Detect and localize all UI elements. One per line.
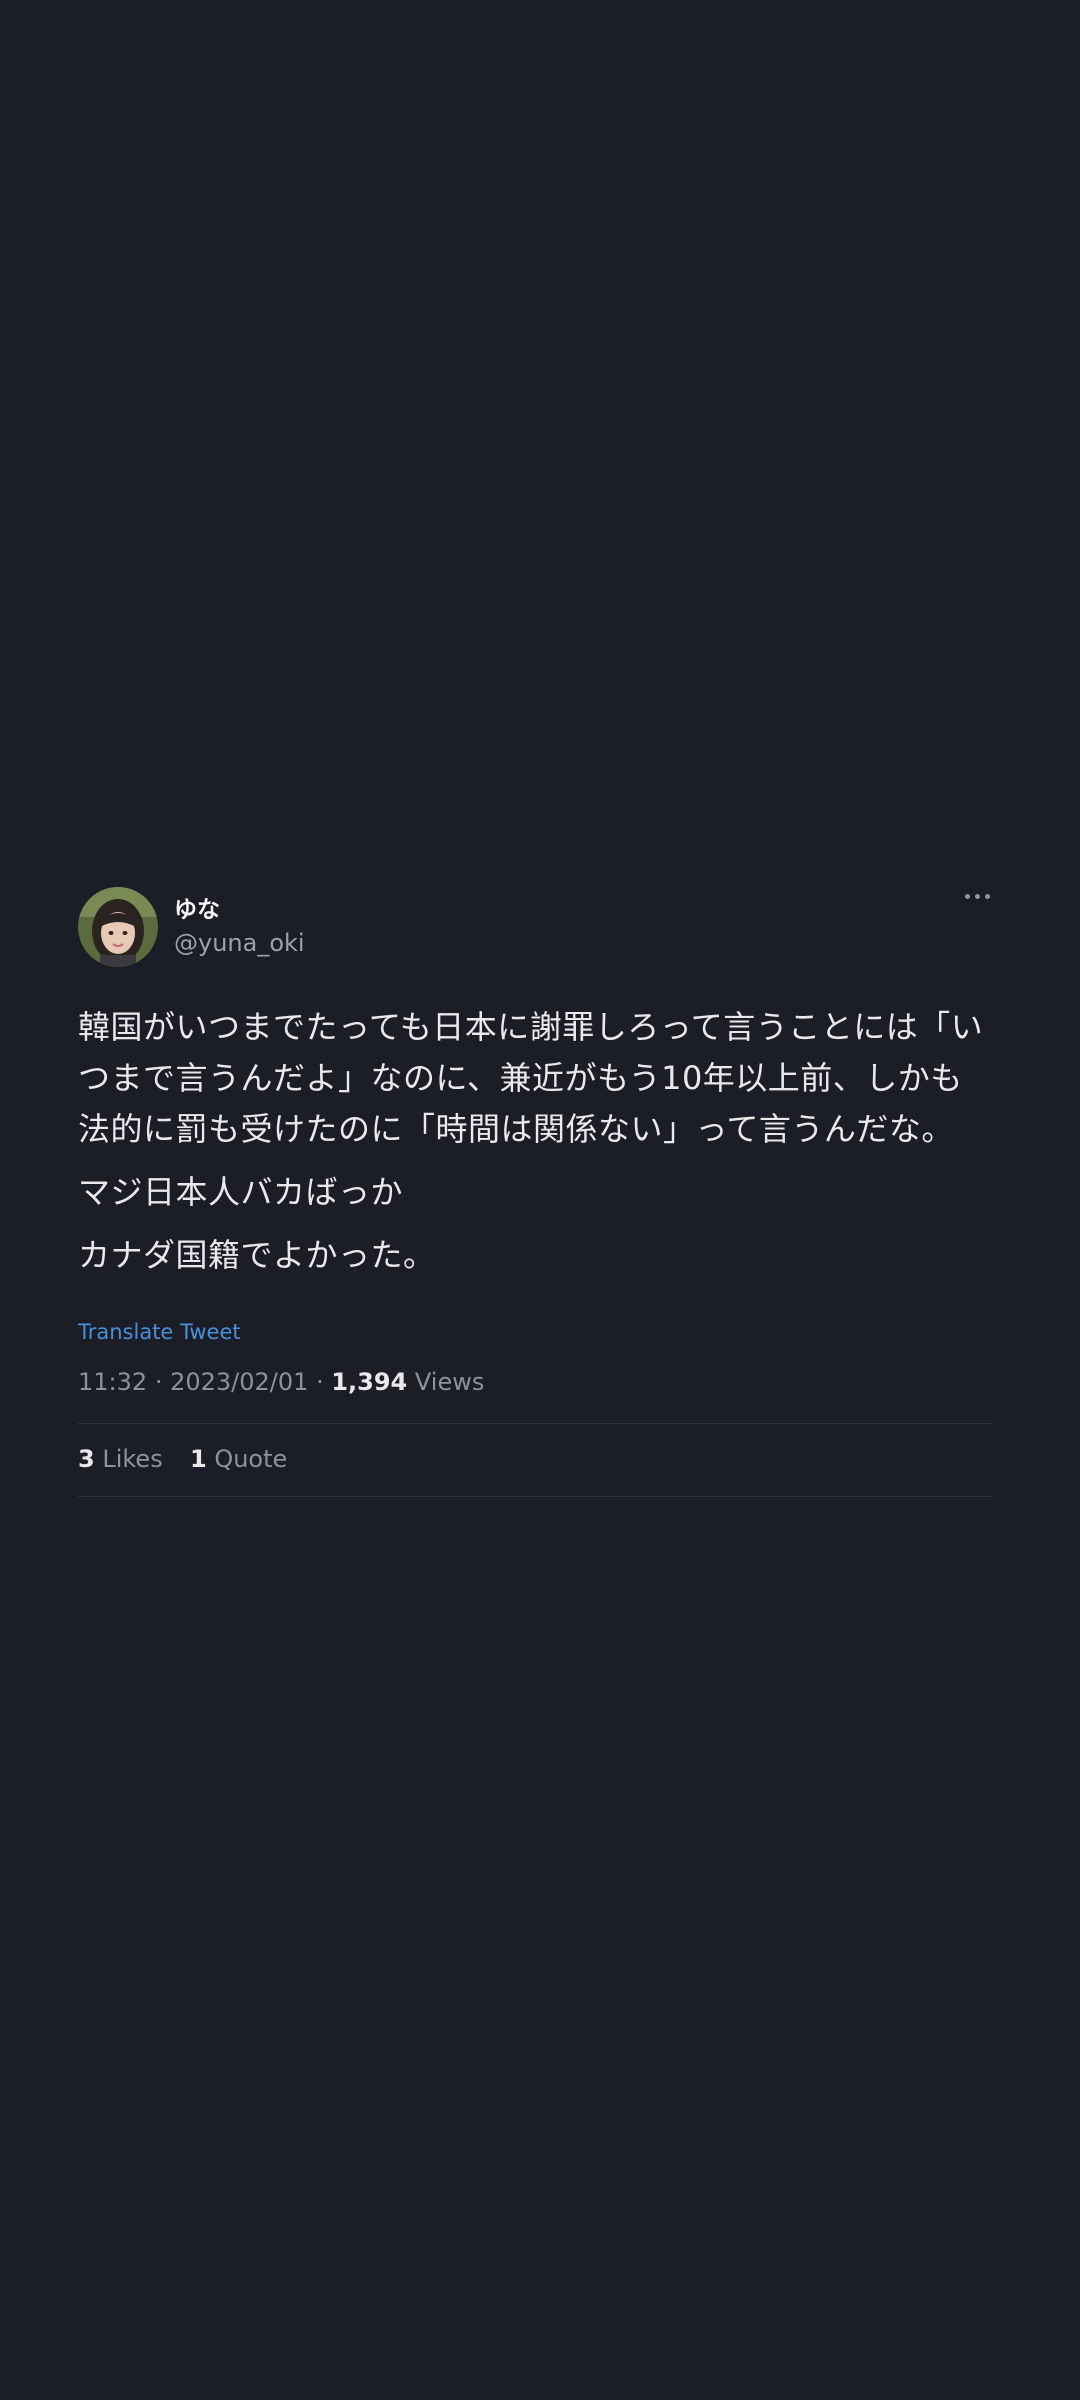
tweet-paragraph: 韓国がいつまでたっても日本に謝罪しろって言うことには「いつまで言うんだよ」なのに…	[78, 1008, 984, 1148]
tweet-paragraph: マジ日本人バカばっか	[78, 1173, 404, 1211]
views-count: 1,394	[331, 1368, 408, 1396]
tweet-text: 韓国がいつまでたっても日本に謝罪しろって言うことには「いつまで言うんだよ」なのに…	[78, 1002, 992, 1281]
avatar[interactable]	[78, 887, 158, 967]
tweet-time[interactable]: 11:32	[78, 1368, 147, 1396]
separator: ·	[154, 1368, 163, 1396]
avatar-image	[78, 887, 158, 967]
translate-tweet-link[interactable]: Translate Tweet	[78, 1317, 992, 1347]
quote-count: 1	[189, 1445, 207, 1473]
tweet-header: ゆな @yuna_oki	[78, 886, 992, 968]
separator: ·	[316, 1368, 324, 1396]
quote-stat[interactable]: 1 Quote	[190, 1445, 287, 1473]
display-name[interactable]: ゆな	[174, 895, 305, 925]
more-horizontal-icon[interactable]	[965, 894, 990, 899]
tweet-paragraph: カナダ国籍でよかった。	[78, 1236, 436, 1274]
likes-label: Likes	[102, 1445, 163, 1473]
more-dot	[985, 894, 990, 899]
user-handle[interactable]: @yuna_oki	[174, 927, 305, 959]
author-names: ゆな @yuna_oki	[174, 895, 305, 959]
tweet-date[interactable]: 2023/02/01	[170, 1368, 308, 1396]
tweet-stats: 3 Likes 1 Quote	[78, 1424, 992, 1497]
likes-stat[interactable]: 3 Likes	[78, 1445, 170, 1473]
quote-label: Quote	[214, 1445, 288, 1473]
views-label: Views	[414, 1368, 485, 1396]
tweet-detail: ゆな @yuna_oki 韓国がいつまでたっても日本に謝罪しろって言うことには「…	[78, 886, 992, 1497]
tweet-metadata: 11:32 · 2023/02/01 · 1,394 Views	[78, 1365, 992, 1424]
more-dot	[975, 894, 980, 899]
more-dot	[965, 894, 970, 899]
likes-count: 3	[78, 1445, 95, 1473]
